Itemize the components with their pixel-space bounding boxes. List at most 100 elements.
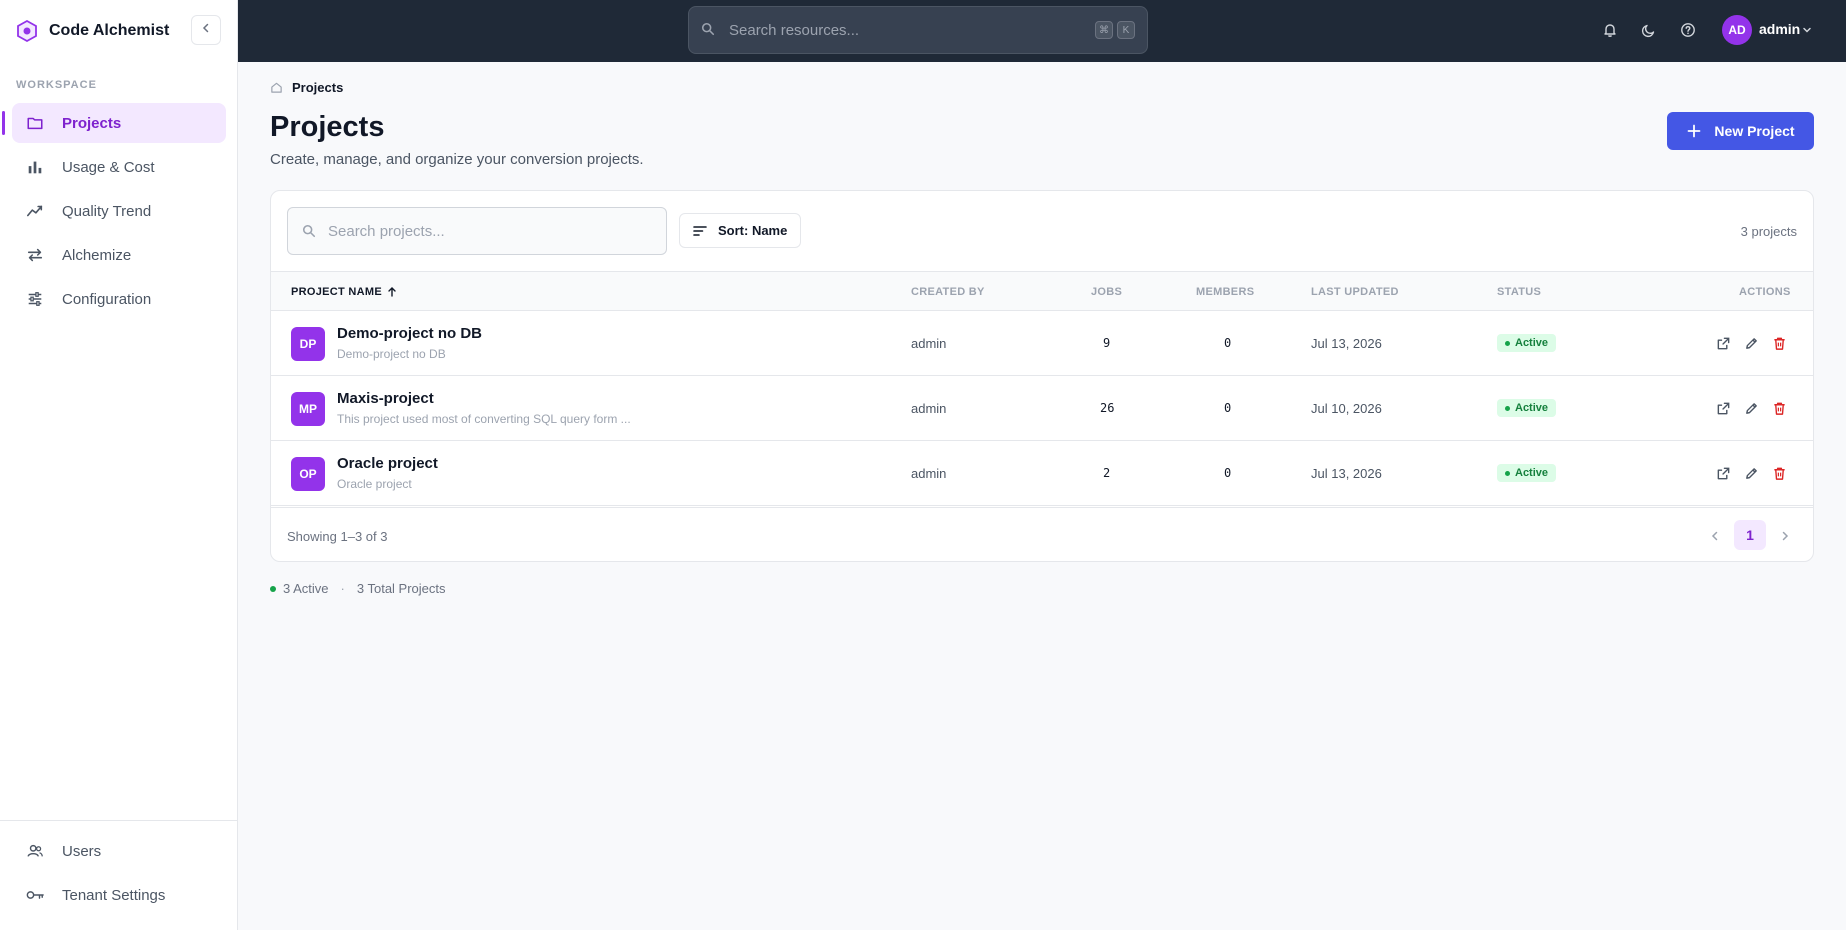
column-header-created-by[interactable]: CREATED BY [911, 286, 985, 298]
user-avatar[interactable]: AD [1722, 15, 1752, 45]
sliders-icon [25, 289, 45, 309]
column-header-label: PROJECT NAME [291, 286, 382, 298]
collapse-sidebar-button[interactable] [191, 15, 221, 45]
shortcut-key-k: K [1117, 21, 1135, 39]
trash-icon[interactable] [1771, 465, 1787, 481]
members-count: 0 [1224, 466, 1232, 480]
sidebar-item-label: Quality Trend [62, 202, 152, 220]
last-updated: Jul 10, 2026 [1311, 401, 1382, 416]
help-icon[interactable] [1678, 20, 1698, 40]
sidebar-item-quality-trend[interactable]: Quality Trend [12, 191, 226, 231]
table-row[interactable]: MP Maxis-project This project used most … [271, 376, 1813, 441]
project-avatar: OP [291, 457, 325, 491]
column-header-actions: ACTIONS [1739, 286, 1791, 298]
sidebar-bottom: Users Tenant Settings [0, 820, 238, 930]
created-by: admin [911, 336, 947, 351]
column-header-jobs[interactable]: JOBS [1091, 286, 1122, 298]
global-search[interactable]: Search resources... ⌘ K [688, 6, 1148, 54]
section-label-workspace: WORKSPACE [16, 79, 97, 91]
projects-card: Sort: Name 3 projects PROJECT NAME CREAT… [270, 190, 1814, 562]
project-name[interactable]: Demo-project no DB [337, 325, 482, 342]
column-header-members[interactable]: MEMBERS [1196, 286, 1254, 298]
key-icon [25, 885, 45, 905]
global-search-placeholder: Search resources... [729, 21, 860, 39]
breadcrumb-current: Projects [292, 80, 344, 95]
moon-icon[interactable] [1639, 20, 1659, 40]
folder-icon [25, 113, 45, 133]
column-header-last-updated[interactable]: LAST UPDATED [1311, 286, 1399, 298]
app-name: Code Alchemist [49, 22, 170, 39]
bar-chart-icon [25, 157, 45, 177]
sidebar-item-label: Configuration [62, 290, 152, 308]
sidebar-item-users[interactable]: Users [12, 831, 226, 871]
arrow-up-icon [386, 286, 398, 298]
sort-button[interactable]: Sort: Name [679, 213, 801, 248]
edit-pencil-icon[interactable] [1743, 465, 1759, 481]
page-title: Projects [270, 111, 385, 143]
sidebar-item-configuration[interactable]: Configuration [12, 279, 226, 319]
status-badge: Active [1497, 399, 1557, 417]
shortcut-key-cmd: ⌘ [1095, 21, 1113, 39]
summary-separator: · [340, 581, 345, 596]
project-name[interactable]: Oracle project [337, 455, 438, 472]
breadcrumb: Projects [270, 80, 343, 95]
edit-pencil-icon[interactable] [1743, 335, 1759, 351]
user-name[interactable]: admin [1759, 21, 1800, 37]
project-description: Oracle project [337, 477, 412, 491]
sidebar-item-label: Usage & Cost [62, 158, 155, 176]
table-header: PROJECT NAME CREATED BY JOBS MEMBERS LAS… [271, 271, 1813, 311]
new-project-button[interactable]: New Project [1667, 112, 1814, 150]
sidebar-item-label: Alchemize [62, 246, 132, 264]
open-external-icon[interactable] [1715, 465, 1731, 481]
table-footer: Showing 1–3 of 3 1 [271, 507, 1813, 561]
members-count: 0 [1224, 401, 1232, 415]
sidebar-item-label: Tenant Settings [62, 886, 166, 904]
project-name[interactable]: Maxis-project [337, 390, 434, 407]
search-icon [701, 22, 717, 38]
project-count: 3 projects [1740, 224, 1797, 239]
hexagon-logo-icon [15, 19, 39, 43]
total-count: 3 Total Projects [356, 581, 446, 596]
edit-pencil-icon[interactable] [1743, 400, 1759, 416]
home-icon[interactable] [270, 81, 284, 95]
sidebar-item-projects[interactable]: Projects [2, 103, 226, 143]
active-count: 3 Active [283, 581, 329, 596]
project-description: Demo-project no DB [337, 347, 446, 361]
sidebar-item-usage-cost[interactable]: Usage & Cost [12, 147, 226, 187]
chevron-left-icon[interactable] [1707, 528, 1723, 544]
swap-icon [25, 245, 45, 265]
users-icon [25, 841, 45, 861]
bell-icon[interactable] [1600, 20, 1620, 40]
chevron-right-icon[interactable] [1777, 528, 1793, 544]
showing-text: Showing 1–3 of 3 [287, 529, 388, 544]
project-search[interactable] [287, 207, 667, 255]
pagination-page-1[interactable]: 1 [1734, 520, 1766, 550]
column-header-status[interactable]: STATUS [1497, 286, 1541, 298]
open-external-icon[interactable] [1715, 400, 1731, 416]
members-count: 0 [1224, 336, 1232, 350]
search-icon [302, 224, 316, 238]
sidebar-item-label: Projects [62, 114, 122, 132]
project-summary: 3 Active · 3 Total Projects [270, 581, 446, 596]
status-badge: Active [1497, 334, 1557, 352]
table-row[interactable]: DP Demo-project no DB Demo-project no DB… [271, 311, 1813, 376]
sort-label: Sort: Name [718, 223, 788, 238]
created-by: admin [911, 466, 947, 481]
sidebar-item-alchemize[interactable]: Alchemize [12, 235, 226, 275]
project-avatar: MP [291, 392, 325, 426]
open-external-icon[interactable] [1715, 335, 1731, 351]
project-search-input[interactable] [328, 222, 648, 240]
chevron-down-icon[interactable] [1801, 23, 1815, 37]
jobs-count: 9 [1103, 336, 1111, 350]
sidebar-item-tenant-settings[interactable]: Tenant Settings [12, 875, 226, 915]
trend-icon [25, 201, 45, 221]
trash-icon[interactable] [1771, 335, 1787, 351]
column-header-project-name[interactable]: PROJECT NAME [291, 286, 398, 298]
chevron-left-icon [200, 21, 212, 39]
active-dot-icon [270, 585, 276, 592]
last-updated: Jul 13, 2026 [1311, 466, 1382, 481]
table-row[interactable]: OP Oracle project Oracle project admin 2… [271, 441, 1813, 506]
project-avatar: DP [291, 327, 325, 361]
jobs-count: 2 [1103, 466, 1111, 480]
trash-icon[interactable] [1771, 400, 1787, 416]
